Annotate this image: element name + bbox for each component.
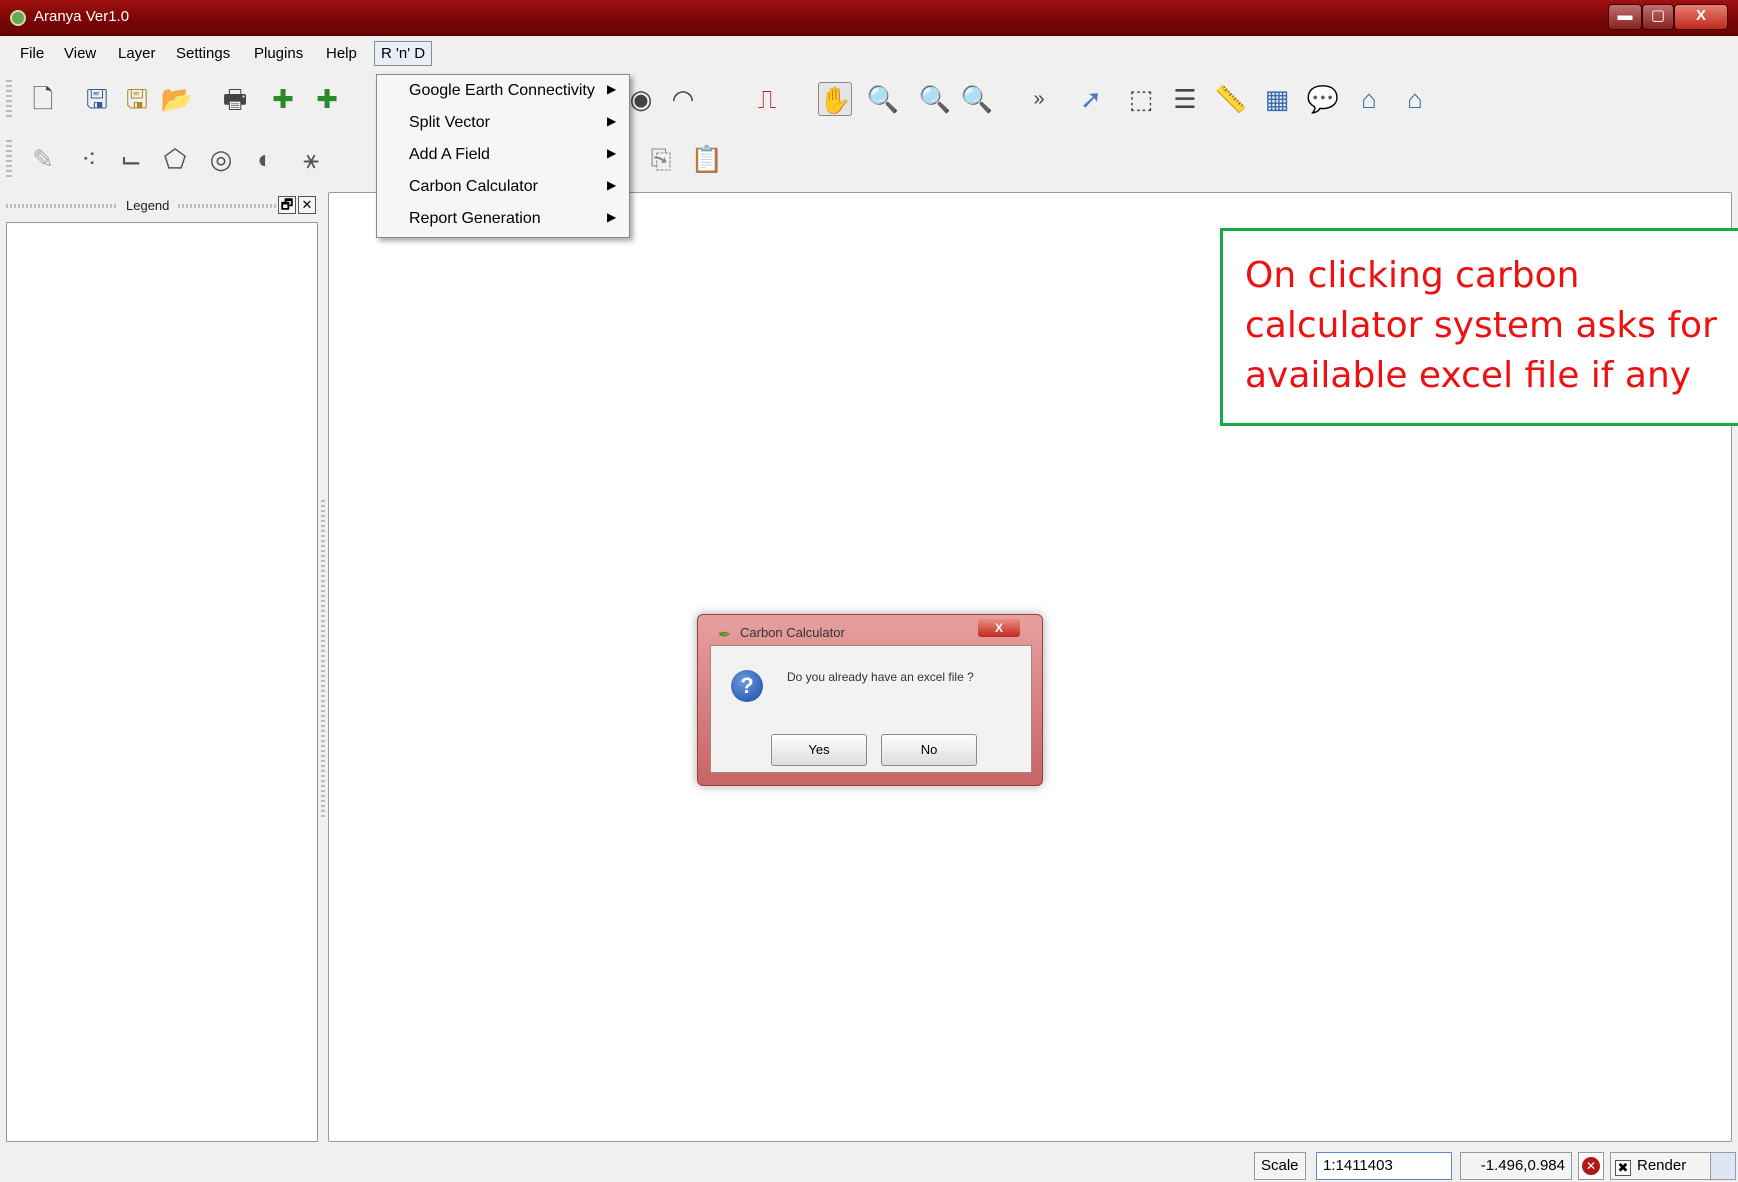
menu-item-split-vector[interactable]: Split Vector ▶ <box>377 109 629 139</box>
zoom-full-icon[interactable]: 🔍 <box>960 82 994 116</box>
submenu-arrow-icon: ▶ <box>607 178 617 192</box>
projection-icon[interactable] <box>1710 1152 1736 1180</box>
file-navigation-toolbar: 🗋 🖫 🖫 📂 🖶 ✚ ✚ ◉ ◠ ⎍ ✋ 🔍 🔍 🔍 » ➚ ⬚ ☰ 📏 ▦ … <box>0 72 1738 128</box>
open-icon[interactable]: 📂 <box>160 82 194 116</box>
menu-item-carbon-calculator[interactable]: Carbon Calculator ▶ <box>377 173 629 203</box>
close-window-button[interactable]: X <box>1674 4 1728 30</box>
print-icon[interactable]: 🖶 <box>218 82 252 116</box>
save-icon[interactable]: 🖫 <box>80 82 114 116</box>
add-raster-layer-icon[interactable]: ✚ <box>310 82 344 116</box>
maximize-button[interactable]: ▢ <box>1642 4 1674 30</box>
render-toggle[interactable]: ✖ Render <box>1610 1152 1720 1180</box>
measure-area-icon[interactable]: ▦ <box>1260 82 1294 116</box>
app-window: Aranya Ver1.0 ▬ ▢ X File View Layer Sett… <box>0 0 1738 1182</box>
stop-render-button[interactable]: ✕ <box>1578 1152 1604 1180</box>
identify-icon[interactable]: ➚ <box>1074 82 1108 116</box>
annotation-callout: On clicking carbon calculator system ask… <box>1220 228 1738 426</box>
menu-file[interactable]: File <box>20 45 44 62</box>
digitizing-toolbar: ✎ ⁖ ⌙ ⬠ ◎ ◐ ⚹ ⎘ 📋 <box>0 132 1738 188</box>
menu-item-label: Split Vector <box>409 114 490 131</box>
menu-item-add-a-field[interactable]: Add A Field ▶ <box>377 141 629 171</box>
scale-input[interactable]: 1:1411403 <box>1316 1152 1452 1180</box>
legend-panel[interactable] <box>6 222 318 1142</box>
paste-features-icon[interactable]: 📋 <box>690 142 724 176</box>
annotation-text: On clicking carbon calculator system ask… <box>1245 255 1717 396</box>
toolbar-grip[interactable] <box>6 80 12 120</box>
legend-header: Legend 🗗 ✕ <box>6 195 320 217</box>
menu-item-label: Add A Field <box>409 146 490 163</box>
hide-all-icon[interactable]: ◠ <box>666 82 700 116</box>
menu-layer[interactable]: Layer <box>118 45 156 62</box>
dock-splitter[interactable] <box>321 500 325 820</box>
pan-icon[interactable]: ✋ <box>818 82 852 116</box>
legend-float-button[interactable]: 🗗 <box>278 196 296 214</box>
submenu-arrow-icon: ▶ <box>607 146 617 160</box>
save-as-icon[interactable]: 🖫 <box>120 82 154 116</box>
legend-title: Legend <box>126 198 170 213</box>
carbon-calculator-dialog: ✒ Carbon Calculator X ? Do you already h… <box>697 614 1043 786</box>
home-icon[interactable]: ⌂ <box>1352 82 1386 116</box>
home-bookmark-icon[interactable]: ⌂ <box>1398 82 1432 116</box>
quill-icon: ✒ <box>718 627 732 644</box>
render-label: Render <box>1637 1157 1687 1174</box>
more-tools-icon[interactable]: » <box>1022 82 1056 116</box>
status-bar: Scale 1:1411403 -1.496,0.984 ✕ ✖ Render <box>0 1148 1738 1182</box>
attribute-table-icon[interactable]: ☰ <box>1168 82 1202 116</box>
node-tool-icon[interactable]: ⚹ <box>294 142 328 176</box>
minimize-button[interactable]: ▬ <box>1608 4 1642 30</box>
add-vector-layer-icon[interactable]: ✚ <box>266 82 300 116</box>
add-island-icon[interactable]: ◐ <box>248 142 282 176</box>
legend-close-button[interactable]: ✕ <box>298 196 316 214</box>
dialog-title: Carbon Calculator <box>740 625 845 640</box>
dialog-close-button[interactable]: X <box>978 619 1020 637</box>
menu-bar: File View Layer Settings Plugins Help R … <box>0 40 1738 70</box>
capture-polygon-icon[interactable]: ⬠ <box>158 142 192 176</box>
menu-view[interactable]: View <box>64 45 96 62</box>
question-icon: ? <box>731 670 763 702</box>
menu-plugins[interactable]: Plugins <box>254 45 303 62</box>
zoom-in-icon[interactable]: 🔍 <box>866 82 900 116</box>
menu-item-label: Report Generation <box>409 210 541 227</box>
menu-help[interactable]: Help <box>326 45 357 62</box>
no-button[interactable]: No <box>881 734 977 766</box>
scale-label: Scale <box>1254 1152 1306 1180</box>
submenu-arrow-icon: ▶ <box>607 82 617 96</box>
dialog-message: Do you already have an excel file ? <box>787 670 974 684</box>
legend-header-grip <box>178 204 278 208</box>
rnd-dropdown-menu: Google Earth Connectivity ▶ Split Vector… <box>376 74 630 238</box>
add-ring-icon[interactable]: ◎ <box>204 142 238 176</box>
copy-features-icon[interactable]: ⎘ <box>644 142 678 176</box>
submenu-arrow-icon: ▶ <box>607 114 617 128</box>
submenu-arrow-icon: ▶ <box>607 210 617 224</box>
menu-rnd[interactable]: R 'n' D <box>374 41 433 66</box>
map-tips-icon[interactable]: 💬 <box>1306 82 1340 116</box>
zoom-out-icon[interactable]: 🔍 <box>918 82 952 116</box>
render-checkbox[interactable]: ✖ <box>1615 1160 1631 1176</box>
dialog-body: ? Do you already have an excel file ? Ye… <box>710 645 1032 773</box>
window-title: Aranya Ver1.0 <box>34 8 130 25</box>
title-bar: Aranya Ver1.0 ▬ ▢ X <box>0 0 1738 36</box>
capture-point-icon[interactable]: ⁖ <box>72 142 106 176</box>
menu-item-report-generation[interactable]: Report Generation ▶ <box>377 205 629 235</box>
coordinates-display: -1.496,0.984 <box>1460 1152 1572 1180</box>
menu-item-label: Google Earth Connectivity <box>409 82 595 99</box>
edit-pencil-icon[interactable]: ✎ <box>26 142 60 176</box>
select-icon[interactable]: ⬚ <box>1124 82 1158 116</box>
menu-item-google-earth-connectivity[interactable]: Google Earth Connectivity ▶ <box>377 77 629 107</box>
menu-settings[interactable]: Settings <box>176 45 230 62</box>
capture-line-icon[interactable]: ⌙ <box>114 142 148 176</box>
yes-button[interactable]: Yes <box>771 734 867 766</box>
app-logo-icon <box>10 10 26 26</box>
measure-icon[interactable]: 📏 <box>1214 82 1248 116</box>
new-project-icon[interactable]: 🗋 <box>26 82 60 116</box>
legend-header-grip <box>6 204 118 208</box>
stop-icon: ✕ <box>1582 1157 1600 1175</box>
pdf-icon[interactable]: ⎍ <box>750 82 784 116</box>
menu-item-label: Carbon Calculator <box>409 178 538 195</box>
toolbar-grip[interactable] <box>6 140 12 180</box>
